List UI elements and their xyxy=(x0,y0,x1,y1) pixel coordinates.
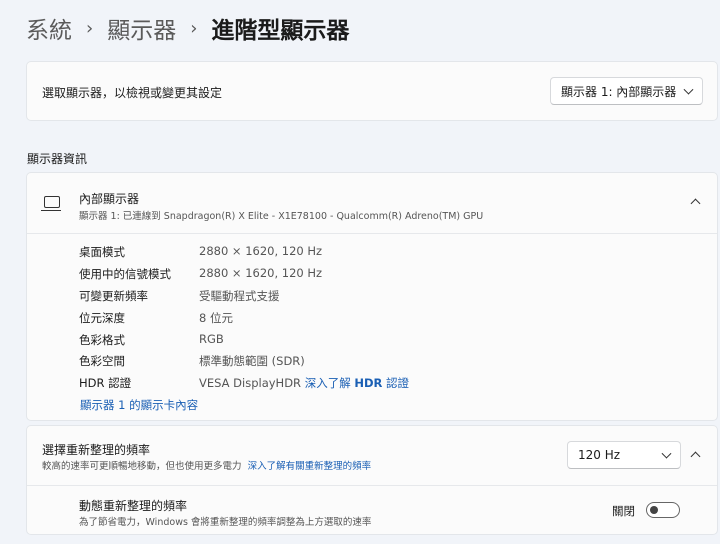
display-info-subtitle: 顯示器 1: 已連線到 Snapdragon(R) X Elite - X1E7… xyxy=(79,211,484,222)
dynamic-refresh-toggle-label: 關閉 xyxy=(612,504,635,518)
divider xyxy=(27,485,717,486)
dynamic-refresh-title: 動態重新整理的頻率 xyxy=(79,499,188,513)
breadcrumb-display[interactable]: 顯示器 xyxy=(107,11,176,45)
info-value: 2880 × 1620, 120 Hz xyxy=(199,244,323,258)
dynamic-refresh-description: 為了節省電力，Windows 會將重新整理的頻率調整為上方選取的速率 xyxy=(79,517,372,528)
refresh-rate-learn-more-link[interactable]: 深入了解有關重新整理的頻率 xyxy=(248,461,372,472)
chevron-down-icon xyxy=(683,84,694,95)
breadcrumb-separator-icon: › xyxy=(86,17,94,39)
toggle-knob xyxy=(650,506,658,514)
chevron-up-icon[interactable] xyxy=(690,451,701,462)
display-info-header[interactable]: 內部顯示器 顯示器 1: 已連線到 Snapdragon(R) X Elite … xyxy=(27,173,717,234)
info-key: 色彩空間 xyxy=(79,354,125,368)
breadcrumb: 系統 › 顯示器 › 進階型顯示器 xyxy=(26,11,350,45)
chevron-up-icon[interactable] xyxy=(690,198,701,209)
breadcrumb-separator-icon: › xyxy=(190,17,198,39)
refresh-rate-card: 選擇重新整理的頻率 較高的速率可更順暢地移動，但也使用更多電力 深入了解有關重新… xyxy=(26,425,718,535)
refresh-rate-desc-text: 較高的速率可更順暢地移動，但也使用更多電力 xyxy=(42,461,242,472)
info-key: 使用中的信號模式 xyxy=(79,267,171,281)
refresh-rate-value: 120 Hz xyxy=(578,448,621,462)
laptop-icon xyxy=(41,196,61,211)
section-title-display-info: 顯示器資訊 xyxy=(27,152,88,166)
info-key: 位元深度 xyxy=(79,311,125,325)
display-select-value: 顯示器 1: 內部顯示器 xyxy=(561,84,677,99)
display-select-card: 選取顯示器，以檢視或變更其設定 顯示器 1: 內部顯示器 xyxy=(26,61,718,121)
info-value: RGB xyxy=(199,332,224,346)
dynamic-refresh-toggle[interactable] xyxy=(646,502,680,518)
display-info-title: 內部顯示器 xyxy=(79,192,140,206)
hdr-learn-more-link[interactable]: 深入了解 HDR 認證 xyxy=(305,376,409,390)
display-select-dropdown[interactable]: 顯示器 1: 內部顯示器 xyxy=(550,77,703,105)
refresh-rate-dropdown[interactable]: 120 Hz xyxy=(567,441,681,469)
hdr-link-bold: HDR xyxy=(354,376,383,390)
hdr-link-suffix: 認證 xyxy=(382,376,410,390)
adapter-properties-link[interactable]: 顯示器 1 的顯示卡內容 xyxy=(80,397,198,413)
hdr-value: VESA DisplayHDR xyxy=(199,376,302,390)
page-title: 進階型顯示器 xyxy=(211,18,350,44)
info-key: HDR 認證 xyxy=(79,376,132,390)
info-value-hdr: VESA DisplayHDR 深入了解 HDR 認證 xyxy=(199,375,409,391)
breadcrumb-system[interactable]: 系統 xyxy=(26,11,72,45)
info-key: 桌面模式 xyxy=(79,245,125,259)
refresh-rate-description: 較高的速率可更順暢地移動，但也使用更多電力 深入了解有關重新整理的頻率 xyxy=(42,458,371,472)
chevron-down-icon xyxy=(661,448,672,459)
hdr-link-prefix: 深入了解 xyxy=(304,376,355,390)
display-info-card: 內部顯示器 顯示器 1: 已連線到 Snapdragon(R) X Elite … xyxy=(26,172,718,421)
info-value: 8 位元 xyxy=(199,311,233,325)
info-value: 標準動態範圍 (SDR) xyxy=(199,354,305,368)
info-value: 受驅動程式支援 xyxy=(199,289,280,303)
info-key: 色彩格式 xyxy=(79,333,125,347)
refresh-rate-title: 選擇重新整理的頻率 xyxy=(42,443,151,457)
info-key: 可變更新頻率 xyxy=(79,289,148,303)
display-select-label: 選取顯示器，以檢視或變更其設定 xyxy=(42,86,223,100)
info-value: 2880 × 1620, 120 Hz xyxy=(199,266,323,280)
